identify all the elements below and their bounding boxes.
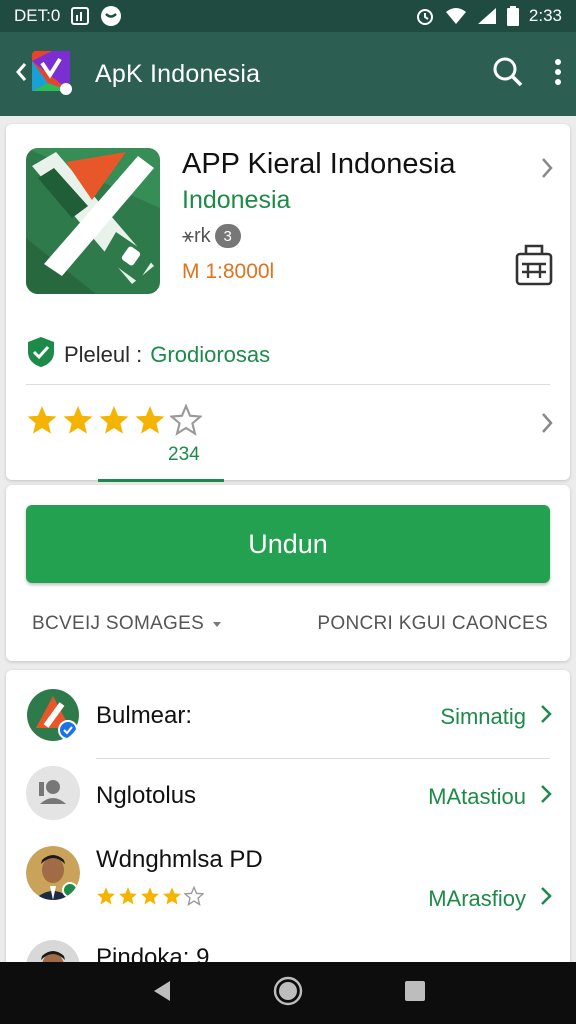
list-item-title: Nglotolus [96, 782, 197, 809]
back-button[interactable] [14, 46, 78, 102]
app-name: APP Kieral Indonesia [182, 148, 456, 180]
left-section-label: BCVEIJ SOMAGES [32, 613, 205, 634]
battery-icon [506, 6, 519, 26]
more-vert-icon[interactable] [554, 58, 562, 91]
developer-link[interactable]: Indonesia [182, 186, 290, 215]
verified-label: Pleleul : [64, 342, 143, 367]
divider [96, 758, 550, 759]
nav-back-icon[interactable] [150, 979, 172, 1008]
right-section-label: PONCRI KGUI CAONCES [317, 613, 548, 634]
chevron-right-icon[interactable] [540, 411, 554, 442]
star-filled-icon [163, 887, 181, 905]
app-bar: ApK Indonesia [0, 32, 576, 116]
install-button[interactable]: Undun [26, 505, 550, 583]
list-item[interactable]: Nglotolus MAtastiou [6, 762, 570, 842]
list-item-action-label: MAtastiou [428, 784, 526, 809]
navigation-bar [0, 962, 576, 1024]
app-bar-actions [492, 56, 562, 93]
tab-indicator [98, 479, 224, 482]
status-left: DET:0 [14, 5, 122, 27]
avatar [26, 846, 80, 900]
install-card: Undun BCVEIJ SOMAGES PONCRI KGUI CAONCES [6, 485, 570, 661]
list-item-action[interactable]: Simnatig [440, 704, 552, 730]
list-card: Bulmear: Simnatig Nglotolus MAtastiou Wd… [6, 670, 570, 970]
status-time: 2:33 [528, 6, 562, 25]
app-logo-icon [26, 688, 80, 742]
chat-icon [100, 5, 122, 27]
verified-row: Pleleul : Grodiorosas [26, 336, 270, 374]
meta-badge: 3 [214, 224, 241, 248]
status-right: 2:33 [415, 6, 562, 26]
chevron-right-icon [540, 704, 552, 730]
list-item-action-label: Simnatig [440, 704, 526, 729]
rating-stars[interactable] [26, 404, 202, 436]
star-filled-icon [99, 406, 129, 434]
gallery-icon [70, 6, 90, 26]
chevron-right-icon [540, 784, 552, 810]
star-filled-icon [119, 887, 137, 905]
list-item-rating [96, 886, 204, 906]
list-item-title: Bulmear: [96, 702, 193, 729]
section-links: BCVEIJ SOMAGES PONCRI KGUI CAONCES [32, 613, 548, 635]
person-placeholder-icon [26, 766, 80, 820]
list-item[interactable]: Bulmear: Simnatig [6, 680, 570, 760]
wishlist-icon[interactable] [514, 242, 554, 288]
dropdown-icon [212, 613, 222, 635]
signal-icon [477, 7, 497, 25]
star-empty-icon [170, 404, 202, 436]
shield-check-icon [26, 336, 56, 374]
nav-recents-icon[interactable] [404, 980, 426, 1007]
star-filled-icon [141, 887, 159, 905]
status-left-text: DET:0 [14, 6, 61, 25]
star-filled-icon [27, 406, 57, 434]
back-icon [14, 61, 28, 88]
list-item[interactable]: Wdnghmlsa PD MArasfioy [6, 840, 570, 940]
rating-count: 234 [168, 444, 200, 465]
verified-value: Grodiorosas [150, 342, 271, 367]
star-filled-icon [97, 887, 115, 905]
chevron-right-icon[interactable] [540, 156, 554, 187]
status-bar: DET:0 2:33 [0, 0, 576, 32]
nav-home-icon[interactable] [273, 976, 303, 1011]
star-filled-icon [135, 406, 165, 434]
star-empty-icon [184, 886, 204, 906]
store-logo-icon [28, 47, 74, 102]
app-size: M 1:8000l [182, 260, 275, 283]
app-meta: ⚹rk 3 [182, 224, 241, 248]
right-section-link[interactable]: PONCRI KGUI CAONCES [317, 613, 548, 635]
meta-label: ⚹rk [182, 224, 211, 247]
list-item-action[interactable]: MAtastiou [428, 784, 552, 810]
search-icon[interactable] [492, 56, 524, 93]
list-item-action-label: MArasfioy [428, 886, 526, 911]
list-item-action[interactable]: MArasfioy [428, 886, 552, 912]
app-icon [26, 148, 160, 294]
chevron-right-icon [540, 886, 552, 912]
wifi-icon [445, 7, 467, 25]
alarm-icon [415, 6, 435, 26]
app-info-card: APP Kieral Indonesia Indonesia ⚹rk 3 M 1… [6, 124, 570, 482]
left-section-link[interactable]: BCVEIJ SOMAGES [32, 613, 222, 635]
star-filled-icon [63, 406, 93, 434]
divider [26, 384, 550, 385]
list-item-title: Wdnghmlsa PD [96, 846, 263, 873]
app-bar-title: ApK Indonesia [95, 60, 261, 88]
